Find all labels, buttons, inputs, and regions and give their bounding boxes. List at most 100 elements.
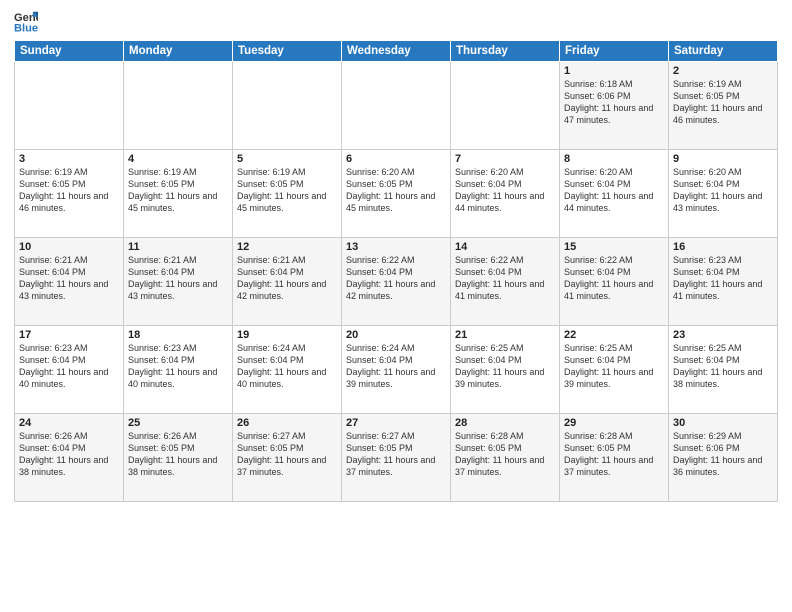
- calendar-week-3: 10Sunrise: 6:21 AM Sunset: 6:04 PM Dayli…: [15, 238, 778, 326]
- day-header-sunday: Sunday: [15, 41, 124, 62]
- day-info: Sunrise: 6:29 AM Sunset: 6:06 PM Dayligh…: [673, 430, 773, 479]
- calendar-week-1: 1Sunrise: 6:18 AM Sunset: 6:06 PM Daylig…: [15, 62, 778, 150]
- calendar-cell: 18Sunrise: 6:23 AM Sunset: 6:04 PM Dayli…: [124, 326, 233, 414]
- day-info: Sunrise: 6:20 AM Sunset: 6:04 PM Dayligh…: [455, 166, 555, 215]
- day-info: Sunrise: 6:23 AM Sunset: 6:04 PM Dayligh…: [128, 342, 228, 391]
- day-number: 14: [455, 241, 555, 253]
- calendar-cell: 25Sunrise: 6:26 AM Sunset: 6:05 PM Dayli…: [124, 414, 233, 502]
- day-number: 12: [237, 241, 337, 253]
- day-number: 23: [673, 329, 773, 341]
- day-number: 8: [564, 153, 664, 165]
- day-number: 9: [673, 153, 773, 165]
- svg-text:Blue: Blue: [14, 22, 38, 34]
- calendar-cell: 2Sunrise: 6:19 AM Sunset: 6:05 PM Daylig…: [669, 62, 778, 150]
- day-number: 11: [128, 241, 228, 253]
- logo-icon: General Blue: [14, 10, 38, 34]
- day-info: Sunrise: 6:25 AM Sunset: 6:04 PM Dayligh…: [564, 342, 664, 391]
- day-number: 15: [564, 241, 664, 253]
- day-info: Sunrise: 6:23 AM Sunset: 6:04 PM Dayligh…: [19, 342, 119, 391]
- day-info: Sunrise: 6:21 AM Sunset: 6:04 PM Dayligh…: [128, 254, 228, 303]
- day-info: Sunrise: 6:25 AM Sunset: 6:04 PM Dayligh…: [455, 342, 555, 391]
- day-header-thursday: Thursday: [451, 41, 560, 62]
- calendar-cell: [342, 62, 451, 150]
- calendar-cell: 22Sunrise: 6:25 AM Sunset: 6:04 PM Dayli…: [560, 326, 669, 414]
- day-info: Sunrise: 6:26 AM Sunset: 6:05 PM Dayligh…: [128, 430, 228, 479]
- day-info: Sunrise: 6:21 AM Sunset: 6:04 PM Dayligh…: [237, 254, 337, 303]
- day-info: Sunrise: 6:24 AM Sunset: 6:04 PM Dayligh…: [237, 342, 337, 391]
- day-info: Sunrise: 6:28 AM Sunset: 6:05 PM Dayligh…: [455, 430, 555, 479]
- day-number: 21: [455, 329, 555, 341]
- day-number: 22: [564, 329, 664, 341]
- day-info: Sunrise: 6:19 AM Sunset: 6:05 PM Dayligh…: [128, 166, 228, 215]
- calendar-cell: [233, 62, 342, 150]
- calendar-cell: 21Sunrise: 6:25 AM Sunset: 6:04 PM Dayli…: [451, 326, 560, 414]
- day-number: 19: [237, 329, 337, 341]
- day-info: Sunrise: 6:18 AM Sunset: 6:06 PM Dayligh…: [564, 78, 664, 127]
- day-info: Sunrise: 6:22 AM Sunset: 6:04 PM Dayligh…: [346, 254, 446, 303]
- calendar-cell: 10Sunrise: 6:21 AM Sunset: 6:04 PM Dayli…: [15, 238, 124, 326]
- day-number: 28: [455, 417, 555, 429]
- day-number: 26: [237, 417, 337, 429]
- day-number: 13: [346, 241, 446, 253]
- calendar-cell: 5Sunrise: 6:19 AM Sunset: 6:05 PM Daylig…: [233, 150, 342, 238]
- calendar-cell: [15, 62, 124, 150]
- day-number: 7: [455, 153, 555, 165]
- day-info: Sunrise: 6:19 AM Sunset: 6:05 PM Dayligh…: [237, 166, 337, 215]
- day-header-wednesday: Wednesday: [342, 41, 451, 62]
- day-info: Sunrise: 6:20 AM Sunset: 6:04 PM Dayligh…: [564, 166, 664, 215]
- calendar-cell: 11Sunrise: 6:21 AM Sunset: 6:04 PM Dayli…: [124, 238, 233, 326]
- day-number: 3: [19, 153, 119, 165]
- calendar-cell: 13Sunrise: 6:22 AM Sunset: 6:04 PM Dayli…: [342, 238, 451, 326]
- day-info: Sunrise: 6:19 AM Sunset: 6:05 PM Dayligh…: [673, 78, 773, 127]
- calendar-header-row: SundayMondayTuesdayWednesdayThursdayFrid…: [15, 41, 778, 62]
- day-number: 17: [19, 329, 119, 341]
- day-number: 30: [673, 417, 773, 429]
- calendar-cell: 12Sunrise: 6:21 AM Sunset: 6:04 PM Dayli…: [233, 238, 342, 326]
- day-number: 25: [128, 417, 228, 429]
- calendar-week-4: 17Sunrise: 6:23 AM Sunset: 6:04 PM Dayli…: [15, 326, 778, 414]
- day-info: Sunrise: 6:20 AM Sunset: 6:05 PM Dayligh…: [346, 166, 446, 215]
- calendar-cell: 8Sunrise: 6:20 AM Sunset: 6:04 PM Daylig…: [560, 150, 669, 238]
- day-number: 18: [128, 329, 228, 341]
- day-info: Sunrise: 6:27 AM Sunset: 6:05 PM Dayligh…: [346, 430, 446, 479]
- calendar-cell: 30Sunrise: 6:29 AM Sunset: 6:06 PM Dayli…: [669, 414, 778, 502]
- day-header-tuesday: Tuesday: [233, 41, 342, 62]
- day-number: 2: [673, 65, 773, 77]
- page: General Blue SundayMondayTuesdayWednesda…: [0, 0, 792, 612]
- calendar-cell: 20Sunrise: 6:24 AM Sunset: 6:04 PM Dayli…: [342, 326, 451, 414]
- day-info: Sunrise: 6:21 AM Sunset: 6:04 PM Dayligh…: [19, 254, 119, 303]
- day-info: Sunrise: 6:28 AM Sunset: 6:05 PM Dayligh…: [564, 430, 664, 479]
- calendar-cell: 1Sunrise: 6:18 AM Sunset: 6:06 PM Daylig…: [560, 62, 669, 150]
- calendar-cell: 24Sunrise: 6:26 AM Sunset: 6:04 PM Dayli…: [15, 414, 124, 502]
- day-header-saturday: Saturday: [669, 41, 778, 62]
- day-number: 27: [346, 417, 446, 429]
- calendar-cell: 9Sunrise: 6:20 AM Sunset: 6:04 PM Daylig…: [669, 150, 778, 238]
- calendar-cell: [124, 62, 233, 150]
- day-number: 20: [346, 329, 446, 341]
- calendar-cell: 27Sunrise: 6:27 AM Sunset: 6:05 PM Dayli…: [342, 414, 451, 502]
- header: General Blue: [14, 10, 778, 34]
- day-info: Sunrise: 6:22 AM Sunset: 6:04 PM Dayligh…: [564, 254, 664, 303]
- calendar-cell: 4Sunrise: 6:19 AM Sunset: 6:05 PM Daylig…: [124, 150, 233, 238]
- day-info: Sunrise: 6:22 AM Sunset: 6:04 PM Dayligh…: [455, 254, 555, 303]
- calendar-cell: 15Sunrise: 6:22 AM Sunset: 6:04 PM Dayli…: [560, 238, 669, 326]
- calendar-week-5: 24Sunrise: 6:26 AM Sunset: 6:04 PM Dayli…: [15, 414, 778, 502]
- day-number: 10: [19, 241, 119, 253]
- calendar-cell: 28Sunrise: 6:28 AM Sunset: 6:05 PM Dayli…: [451, 414, 560, 502]
- calendar-cell: 17Sunrise: 6:23 AM Sunset: 6:04 PM Dayli…: [15, 326, 124, 414]
- day-info: Sunrise: 6:26 AM Sunset: 6:04 PM Dayligh…: [19, 430, 119, 479]
- calendar-body: 1Sunrise: 6:18 AM Sunset: 6:06 PM Daylig…: [15, 62, 778, 502]
- calendar-cell: 16Sunrise: 6:23 AM Sunset: 6:04 PM Dayli…: [669, 238, 778, 326]
- day-header-friday: Friday: [560, 41, 669, 62]
- calendar-cell: 26Sunrise: 6:27 AM Sunset: 6:05 PM Dayli…: [233, 414, 342, 502]
- day-info: Sunrise: 6:19 AM Sunset: 6:05 PM Dayligh…: [19, 166, 119, 215]
- logo: General Blue: [14, 10, 38, 34]
- calendar-cell: [451, 62, 560, 150]
- day-number: 6: [346, 153, 446, 165]
- day-info: Sunrise: 6:27 AM Sunset: 6:05 PM Dayligh…: [237, 430, 337, 479]
- calendar-cell: 6Sunrise: 6:20 AM Sunset: 6:05 PM Daylig…: [342, 150, 451, 238]
- calendar-cell: 7Sunrise: 6:20 AM Sunset: 6:04 PM Daylig…: [451, 150, 560, 238]
- calendar: SundayMondayTuesdayWednesdayThursdayFrid…: [14, 40, 778, 502]
- calendar-cell: 19Sunrise: 6:24 AM Sunset: 6:04 PM Dayli…: [233, 326, 342, 414]
- day-info: Sunrise: 6:25 AM Sunset: 6:04 PM Dayligh…: [673, 342, 773, 391]
